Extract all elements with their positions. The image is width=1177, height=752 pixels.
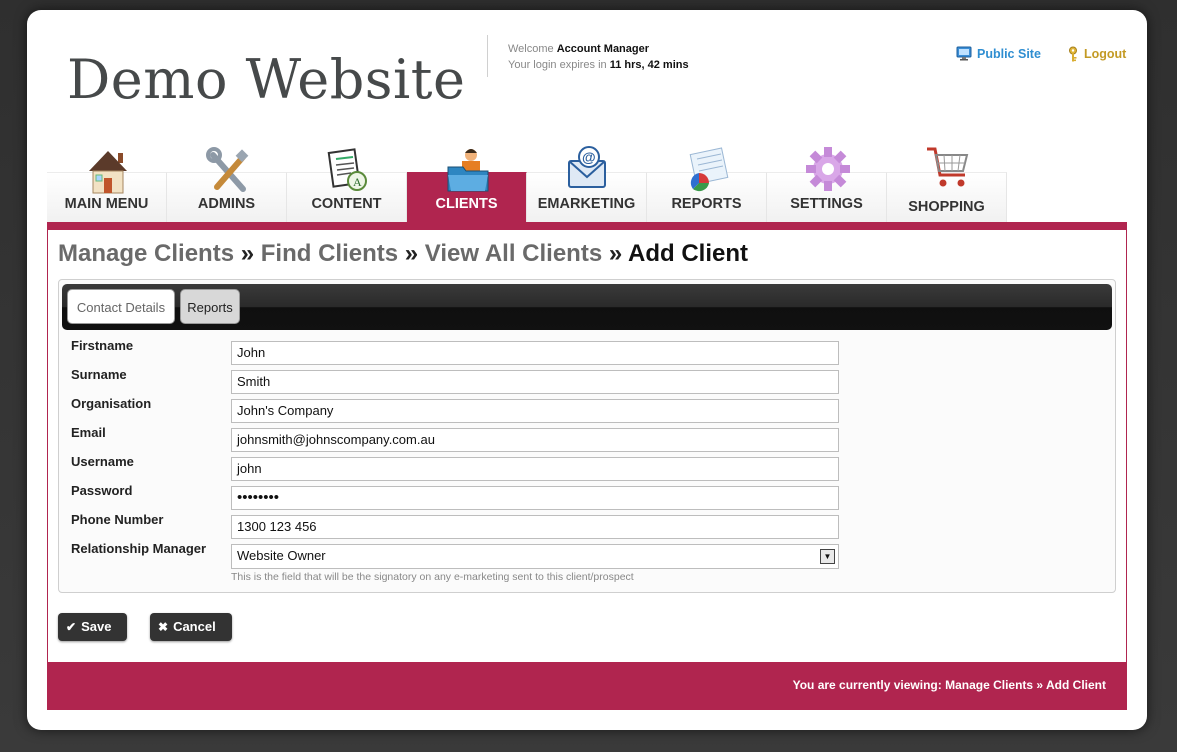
relationship-manager-hint: This is the field that will be the signa… (231, 571, 634, 583)
phone-label: Phone Number (71, 512, 164, 527)
breadcrumb-find-clients[interactable]: Find Clients (261, 240, 398, 267)
footer-status-text: You are currently viewing: Manage Client… (792, 678, 1106, 692)
header-divider (487, 35, 488, 77)
tab-reports[interactable]: Reports (180, 289, 240, 324)
username-input[interactable]: john (231, 457, 839, 481)
nav-label: MAIN MENU (64, 196, 149, 212)
breadcrumb-separator: » (404, 240, 419, 267)
expires-prefix: Your login expires in (508, 59, 607, 71)
welcome-prefix: Welcome (508, 43, 554, 55)
nav-admins[interactable]: ADMINS (167, 147, 287, 222)
nav-settings[interactable]: SETTINGS (767, 147, 887, 222)
public-site-label: Public Site (977, 46, 1041, 61)
cancel-label: Cancel (173, 619, 216, 634)
logout-label: Logout (1084, 47, 1127, 61)
logout-link[interactable]: Logout (1067, 46, 1126, 62)
email-input[interactable]: johnsmith@johnscompany.com.au (231, 428, 839, 452)
footer-bar: You are currently viewing: Manage Client… (48, 662, 1126, 709)
client-folder-icon (447, 149, 489, 192)
surname-input[interactable]: Smith (231, 370, 839, 394)
nav-clients[interactable]: CLIENTS (407, 149, 527, 222)
report-chart-icon (689, 147, 729, 192)
monitor-icon (956, 46, 972, 61)
breadcrumb-manage-clients[interactable]: Manage Clients (58, 240, 234, 267)
password-input[interactable]: •••••••• (231, 486, 839, 510)
nav-label: ADMINS (197, 196, 256, 212)
nav-shopping[interactable]: SHOPPING (887, 147, 1007, 222)
email-icon: @ (568, 146, 606, 188)
close-icon: ✖ (158, 620, 169, 634)
nav-main-menu[interactable]: MAIN MENU (47, 151, 167, 222)
content-frame: Manage Clients » Find Clients » View All… (47, 222, 1127, 710)
nav-label: CLIENTS (435, 196, 498, 212)
nav-label: SHOPPING (908, 199, 985, 215)
email-label: Email (71, 425, 106, 440)
cancel-button[interactable]: ✖ Cancel (150, 613, 232, 641)
save-button[interactable]: ✔ Save (58, 613, 127, 641)
nav-label: CONTENT (311, 196, 382, 212)
firstname-label: Firstname (71, 338, 134, 353)
svg-text:@: @ (582, 149, 596, 165)
relationship-manager-label: Relationship Manager (71, 541, 207, 556)
organisation-label: Organisation (71, 396, 152, 411)
relationship-manager-select[interactable]: Website Owner ▼ (231, 544, 839, 569)
nav-reports[interactable]: REPORTS (647, 147, 767, 222)
nav-label: REPORTS (671, 196, 742, 212)
breadcrumb-view-all-clients[interactable]: View All Clients (425, 240, 602, 267)
shopping-cart-icon (927, 147, 969, 187)
checkmark-icon: ✔ (66, 620, 77, 634)
breadcrumb-separator: » (240, 240, 255, 267)
tools-icon (206, 147, 249, 192)
nav-label: SETTINGS (790, 196, 863, 212)
breadcrumb-separator: » (608, 240, 623, 267)
main-nav: MAIN MENU ADMINS A CONTENT CLIENTS @ EMA… (47, 146, 1007, 222)
public-site-link[interactable]: Public Site (956, 46, 1041, 61)
organisation-input[interactable]: John's Company (231, 399, 839, 423)
save-label: Save (81, 619, 112, 634)
house-icon (89, 151, 127, 194)
expires-value: 11 hrs, 42 mins (609, 59, 689, 71)
phone-input[interactable]: 1300 123 456 (231, 515, 839, 539)
tab-contact-details[interactable]: Contact Details (67, 289, 175, 324)
nav-emarketing[interactable]: @ EMARKETING (527, 146, 647, 222)
relationship-manager-value: Website Owner (237, 548, 326, 563)
username-label: Username (71, 454, 134, 469)
user-name: Account Manager (556, 43, 650, 55)
breadcrumb-current: Add Client (628, 240, 748, 267)
nav-label: EMARKETING (537, 196, 636, 212)
svg-text:A: A (353, 175, 362, 189)
document-icon: A (327, 148, 367, 191)
gear-icon (806, 147, 850, 191)
surname-label: Surname (71, 367, 127, 382)
page-container: Demo Website Welcome Account Manager You… (27, 10, 1147, 730)
firstname-input[interactable]: John (231, 341, 839, 365)
nav-content[interactable]: A CONTENT (287, 148, 407, 222)
form-panel: Contact Details Reports Firstname John S… (58, 279, 1116, 593)
breadcrumb: Manage Clients » Find Clients » View All… (58, 240, 748, 268)
site-logo[interactable]: Demo Website (67, 48, 465, 111)
chevron-down-icon[interactable]: ▼ (820, 549, 835, 564)
welcome-block: Welcome Account Manager Your login expir… (508, 41, 689, 73)
key-icon (1069, 46, 1077, 62)
password-label: Password (71, 483, 133, 498)
tab-bar: Contact Details Reports (62, 284, 1112, 330)
